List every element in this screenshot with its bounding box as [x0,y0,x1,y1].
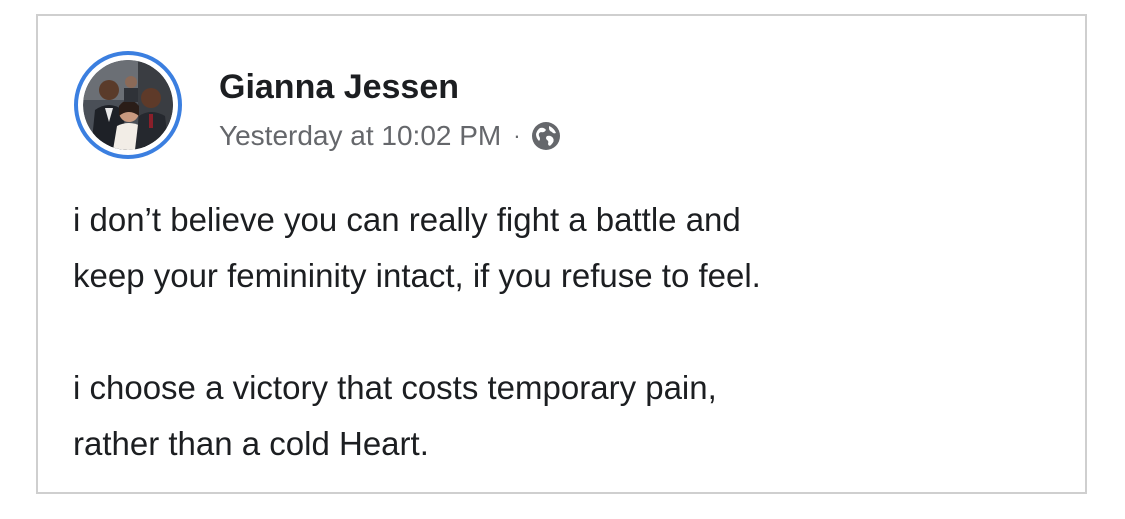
profile-photo-icon [83,60,173,150]
post-timestamp[interactable]: Yesterday at 10:02 PM [219,120,501,152]
post-paragraph: i don’t believe you can really fight a b… [73,201,761,294]
author-name[interactable]: Gianna Jessen [219,68,459,106]
post-paragraph: i choose a victory that costs temporary … [73,369,717,462]
meta-separator: · [513,123,521,148]
post-meta: Yesterday at 10:02 PM · [219,117,561,155]
post-text: i don’t believe you can really fight a b… [73,192,1063,472]
globe-icon[interactable] [531,121,561,151]
post-card: Gianna Jessen Yesterday at 10:02 PM · i … [36,14,1087,494]
avatar[interactable] [74,51,182,159]
